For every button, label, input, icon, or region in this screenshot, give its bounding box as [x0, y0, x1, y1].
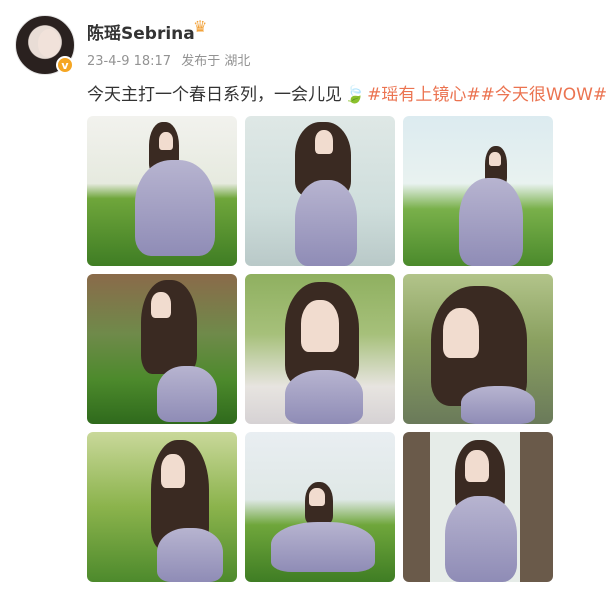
- avatar-face: [38, 29, 60, 57]
- photo-9[interactable]: [403, 432, 553, 582]
- post-date[interactable]: 23-4-9 18:17: [87, 54, 171, 69]
- post-meta: 23-4-9 18:17 发布于 湖北: [87, 50, 256, 69]
- hashtag-link[interactable]: #今天很WOW#: [481, 85, 607, 105]
- post-body: 今天主打一个春日系列，一会儿见: [87, 85, 342, 105]
- photo-6[interactable]: [403, 274, 553, 424]
- leaf-emoji-icon: 🍃: [344, 85, 366, 105]
- photo-4[interactable]: [87, 274, 237, 424]
- photo-2[interactable]: [245, 116, 395, 266]
- photo-1[interactable]: [87, 116, 237, 266]
- photo-7[interactable]: [87, 432, 237, 582]
- photo-3[interactable]: [403, 116, 553, 266]
- verified-badge-icon: v: [56, 56, 74, 74]
- member-crown-icon: ♛: [193, 17, 208, 36]
- photo-8[interactable]: [245, 432, 395, 582]
- photo-5[interactable]: [245, 274, 395, 424]
- post-text: 今天主打一个春日系列，一会儿见 🍃 #瑶有上镜心##今天很WOW#: [87, 80, 607, 105]
- hashtag-link[interactable]: #瑶有上镜心#: [367, 85, 481, 105]
- photo-grid: [87, 116, 553, 582]
- post-source: 发布于 湖北: [181, 54, 251, 69]
- username[interactable]: 陈瑶Sebrina: [87, 19, 195, 44]
